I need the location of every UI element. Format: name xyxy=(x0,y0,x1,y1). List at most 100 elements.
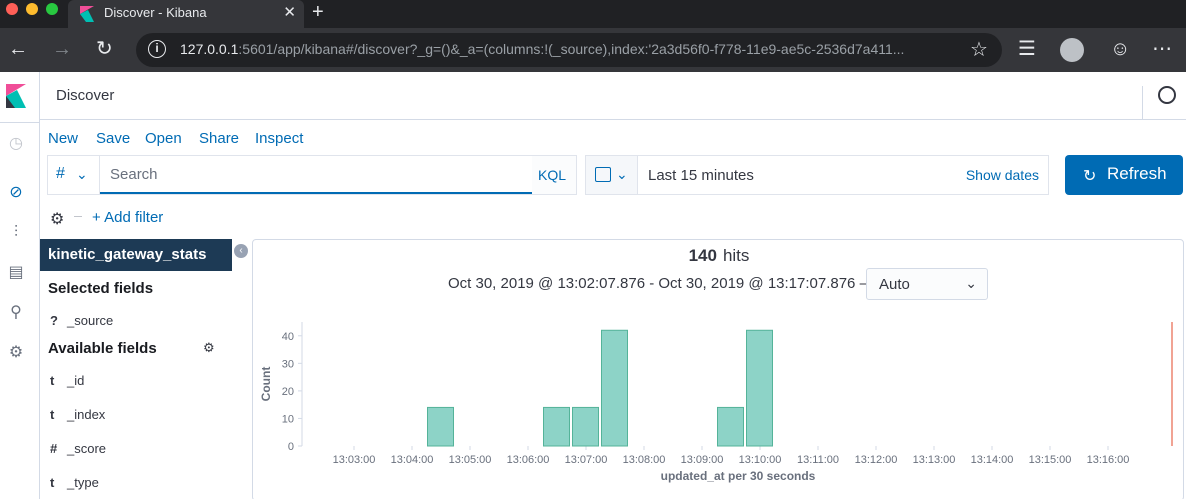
histogram-bar[interactable] xyxy=(717,406,744,447)
x-tick-label: 13:05:00 xyxy=(449,454,492,466)
refresh-label: Refresh xyxy=(1107,164,1167,183)
field-item[interactable]: t _type xyxy=(48,473,232,493)
address-bar[interactable]: i 127.0.0.1:5601/app/kibana#/discover?_g… xyxy=(136,33,1002,67)
selected-fields-title: Selected fields xyxy=(48,280,154,297)
field-item[interactable]: t _id xyxy=(48,371,232,391)
histogram-bar[interactable] xyxy=(572,406,599,447)
histogram-bar[interactable] xyxy=(601,329,628,447)
hits-number: 140 xyxy=(688,246,717,265)
x-tick-label: 13:03:00 xyxy=(333,454,376,466)
more-menu-icon[interactable]: ⋯ xyxy=(1152,37,1172,61)
field-type-icon: # xyxy=(50,441,58,456)
field-item[interactable]: t _index xyxy=(48,405,232,425)
recent-clock-icon[interactable]: ◷ xyxy=(7,135,25,153)
tab-close-icon[interactable]: ✕ xyxy=(283,3,296,21)
dev-tools-icon[interactable]: ⚲ xyxy=(7,304,25,322)
help-lifebuoy-icon[interactable] xyxy=(1158,86,1176,104)
available-fields-title: Available fields xyxy=(48,340,157,357)
hits-label: hits xyxy=(722,246,750,265)
browser-tab[interactable]: Discover - Kibana ✕ xyxy=(68,0,304,28)
kql-toggle[interactable]: KQL xyxy=(538,167,566,183)
chevron-down-icon: ⌄ xyxy=(76,166,88,182)
favorites-icon[interactable]: ☰ xyxy=(1018,37,1036,61)
back-icon[interactable]: ← xyxy=(8,37,28,61)
filter-settings-gear-icon[interactable]: ⚙ xyxy=(50,209,64,229)
search-input[interactable] xyxy=(100,156,532,194)
kibana-nav-rail: ◷ ⊘ ⫶ ▤ ⚲ ⚙ xyxy=(0,72,40,499)
forward-icon[interactable]: → xyxy=(52,37,72,61)
url-path: :5601/app/kibana#/discover?_g=()&_a=(col… xyxy=(238,41,905,57)
field-sidebar: kinetic_gateway_stats Selected fields ? … xyxy=(40,239,232,499)
query-language-symbol: # xyxy=(56,165,65,182)
refresh-button[interactable]: ↻ Refresh xyxy=(1065,155,1183,195)
x-tick-label: 13:14:00 xyxy=(971,454,1014,466)
field-name: _source xyxy=(67,313,114,328)
x-tick-label: 13:04:00 xyxy=(391,454,434,466)
field-type-icon: ? xyxy=(50,313,58,328)
x-tick-label: 13:09:00 xyxy=(681,454,724,466)
histogram-bar[interactable] xyxy=(746,329,773,447)
histogram-bar[interactable] xyxy=(427,406,454,447)
interval-value: Auto xyxy=(879,276,910,293)
field-name: _index xyxy=(67,407,106,422)
visualize-icon[interactable]: ⫶ xyxy=(7,224,25,242)
new-button[interactable]: New xyxy=(48,130,78,147)
field-type-icon: t xyxy=(50,475,55,490)
field-item[interactable]: ? _source xyxy=(48,311,232,331)
calendar-icon xyxy=(595,167,611,182)
minimize-window-button[interactable] xyxy=(26,3,38,15)
management-gear-icon[interactable]: ⚙ xyxy=(7,344,25,362)
reload-icon[interactable]: ↻ xyxy=(96,37,113,61)
field-type-icon: t xyxy=(50,373,55,388)
emoji-feedback-icon[interactable]: ☺ xyxy=(1110,37,1130,61)
hits-count: 140 hits xyxy=(253,246,1185,266)
share-button[interactable]: Share xyxy=(199,130,239,147)
bookmark-star-icon[interactable]: ☆ xyxy=(970,37,988,62)
x-tick-label: 13:10:00 xyxy=(739,454,782,466)
browser-tab-bar: Discover - Kibana ✕ + xyxy=(0,0,1186,28)
field-name: _id xyxy=(67,373,85,388)
site-info-icon[interactable]: i xyxy=(148,40,166,58)
histogram-bar[interactable] xyxy=(543,406,570,447)
histogram-chart: 0 10 20 30 40 13:03:00 13:04:00 13:05:00 13:06:… xyxy=(259,322,1173,483)
x-tick-label: 13:13:00 xyxy=(913,454,956,466)
field-item[interactable]: # _score xyxy=(48,439,232,459)
x-tick-label: 13:06:00 xyxy=(507,454,550,466)
chevron-down-icon: ⌄ xyxy=(616,166,628,182)
filter-divider xyxy=(74,216,82,217)
breadcrumb[interactable]: Discover xyxy=(56,87,114,104)
save-button[interactable]: Save xyxy=(96,130,130,147)
inspect-button[interactable]: Inspect xyxy=(255,130,303,147)
dashboard-icon[interactable]: ▤ xyxy=(7,264,25,282)
interval-select[interactable]: Auto ⌄ xyxy=(866,268,988,300)
query-bar: # ⌄ KQL xyxy=(47,155,577,195)
show-dates-button[interactable]: Show dates xyxy=(966,167,1039,183)
query-language-button[interactable]: # ⌄ xyxy=(48,156,100,194)
field-name: _score xyxy=(67,441,107,456)
add-filter-button[interactable]: + Add filter xyxy=(92,209,163,226)
browser-toolbar: ← → ↻ i 127.0.0.1:5601/app/kibana#/disco… xyxy=(0,28,1186,72)
close-window-button[interactable] xyxy=(6,3,18,15)
tab-title: Discover - Kibana xyxy=(104,5,207,20)
kibana-header: Discover xyxy=(40,72,1186,120)
field-name: _type xyxy=(67,475,99,490)
y-tick-label: 40 xyxy=(282,331,294,343)
rail-divider xyxy=(0,122,40,123)
x-tick-label: 13:16:00 xyxy=(1087,454,1130,466)
profile-avatar-icon[interactable] xyxy=(1060,38,1084,62)
quick-select-button[interactable]: ⌄ xyxy=(586,156,638,194)
kibana-logo-icon[interactable] xyxy=(6,84,26,108)
open-button[interactable]: Open xyxy=(145,130,182,147)
field-type-icon: t xyxy=(50,407,55,422)
field-filter-gear-icon[interactable]: ⚙ xyxy=(203,340,215,356)
date-range-text[interactable]: Last 15 minutes xyxy=(648,167,754,184)
new-tab-icon[interactable]: + xyxy=(312,1,324,23)
kibana-favicon-icon xyxy=(80,6,94,22)
header-divider xyxy=(1142,86,1143,120)
x-tick-label: 13:07:00 xyxy=(565,454,608,466)
maximize-window-button[interactable] xyxy=(46,3,58,15)
collapse-sidebar-icon[interactable]: ‹ xyxy=(234,244,248,258)
index-pattern-selector[interactable]: kinetic_gateway_stats xyxy=(40,239,232,271)
y-tick-label: 10 xyxy=(282,413,294,425)
discover-compass-icon[interactable]: ⊘ xyxy=(7,184,25,202)
